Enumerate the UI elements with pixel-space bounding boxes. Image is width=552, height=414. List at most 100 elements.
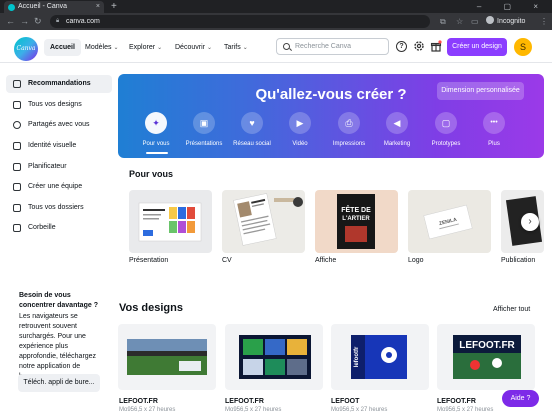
category-video[interactable]: ▶ Vidéo xyxy=(274,112,326,147)
window-controls[interactable]: – ▢ × xyxy=(477,0,548,13)
sidebar-item-label: Planificateur xyxy=(28,163,67,170)
create-design-button[interactable]: Créer un design xyxy=(447,38,507,56)
design-name: LEFOOT.FR xyxy=(437,398,476,405)
desktop-app-tip-title: Besoin de vous concentrer davantage ? xyxy=(19,292,98,309)
search-placeholder: Recherche Canva xyxy=(295,43,352,50)
reload-icon[interactable]: ↻ xyxy=(34,15,42,28)
template-label: Publication xyxy=(501,257,536,264)
presentation-icon: ▣ xyxy=(199,118,209,128)
calendar-icon xyxy=(13,163,21,171)
sidebar-item-dossiers[interactable]: Tous vos dossiers xyxy=(6,199,112,217)
nav-tarifs-label: Tarifs xyxy=(224,44,241,51)
back-icon[interactable]: ← xyxy=(6,15,15,28)
search-input[interactable]: Recherche Canva xyxy=(276,38,389,55)
chevron-down-icon: ⌄ xyxy=(242,45,248,51)
home-icon xyxy=(13,80,21,88)
tab-search-icon[interactable]: ▭ xyxy=(471,15,479,28)
nav-accueil-label: Accueil xyxy=(50,44,75,51)
category-label: Présentations xyxy=(185,141,223,147)
sidebar-item-partages[interactable]: Partagés avec vous xyxy=(6,116,112,134)
nav-accueil[interactable]: Accueil xyxy=(44,39,81,56)
template-card-logo[interactable]: ZENILA xyxy=(408,190,491,253)
more-icon: ••• xyxy=(490,119,498,126)
gear-icon[interactable] xyxy=(413,40,425,52)
incognito-indicator[interactable]: Incognito xyxy=(486,15,525,28)
megaphone-icon: ◀ xyxy=(393,118,401,128)
tab-close-icon[interactable]: × xyxy=(96,1,100,13)
template-card-affiche[interactable]: FÊTE DE L'ARTIER xyxy=(315,190,398,253)
sidebar-item-label: Corbeille xyxy=(28,224,56,231)
category-prototypes[interactable]: ▢ Prototypes xyxy=(420,112,472,147)
category-pour-vous[interactable]: ✦ Pour vous xyxy=(130,112,182,147)
gift-icon[interactable] xyxy=(430,40,442,52)
cursor-icon: ▢ xyxy=(441,118,451,128)
sidebar-item-identite-visuelle[interactable]: Identité visuelle xyxy=(6,137,112,155)
search-icon xyxy=(283,43,290,50)
category-marketing[interactable]: ◀ Marketing xyxy=(371,112,423,147)
chevron-down-icon: ⌄ xyxy=(206,45,212,51)
carousel-next-button[interactable]: › xyxy=(521,213,539,231)
nav-tarifs[interactable]: Tarifs ⌄ xyxy=(224,39,248,56)
design-name: LEFOOT.FR xyxy=(119,398,158,405)
help-icon[interactable]: ? xyxy=(396,41,407,52)
chevron-down-icon: ⌄ xyxy=(113,45,119,51)
design-thumbnail: lefootfr xyxy=(349,333,409,381)
design-thumbnail xyxy=(127,333,207,381)
sidebar-item-corbeille[interactable]: Corbeille xyxy=(6,219,112,237)
category-label: Impressions xyxy=(332,141,366,147)
shared-users-icon xyxy=(13,121,21,129)
sidebar-item-label: Identité visuelle xyxy=(28,142,77,149)
active-category-indicator xyxy=(146,152,168,154)
category-label: Prototypes xyxy=(431,141,461,147)
custom-size-button[interactable]: Dimension personnalisée xyxy=(437,82,524,100)
category-label: Marketing xyxy=(383,141,411,147)
nav-explorer-label: Explorer xyxy=(129,44,156,51)
translate-icon[interactable]: ⧉ xyxy=(440,15,446,28)
category-label: Plus xyxy=(488,141,500,147)
sidebar-item-tous-vos-designs[interactable]: Tous vos designs xyxy=(6,96,112,114)
help-button[interactable]: Aide ? xyxy=(502,390,539,407)
design-thumbnail: LEFOOT.FR xyxy=(451,333,523,381)
browser-tab[interactable]: Accueil - Canva × xyxy=(4,1,104,13)
browser-tab-bar: Accueil - Canva × + – ▢ × xyxy=(0,0,552,13)
new-tab-button[interactable]: + xyxy=(111,0,117,13)
sidebar-item-planificateur[interactable]: Planificateur xyxy=(6,158,112,176)
design-name: LEFOOT.FR xyxy=(225,398,264,405)
grid-icon xyxy=(13,101,21,109)
category-presentations[interactable]: ▣ Présentations xyxy=(178,112,230,147)
sidebar-item-label: Partagés avec vous xyxy=(28,121,90,128)
sidebar-item-recommandations[interactable]: Recommandations xyxy=(6,75,112,93)
sidebar-item-creer-equipe[interactable]: Créer une équipe xyxy=(6,178,112,196)
category-impressions[interactable]: ⎙ Impressions xyxy=(323,112,375,147)
nav-explorer[interactable]: Explorer ⌄ xyxy=(129,39,162,56)
sidebar-item-label: Recommandations xyxy=(28,80,91,87)
desktop-app-tip-body: Les navigateurs se retrouvent souvent su… xyxy=(19,313,97,380)
canva-logo[interactable]: Canva xyxy=(14,37,38,61)
svg-text:lefootfr: lefootfr xyxy=(354,346,360,367)
template-card-cv[interactable] xyxy=(222,190,305,253)
sidebar-item-label: Tous vos designs xyxy=(28,101,82,108)
svg-text:FÊTE DE: FÊTE DE xyxy=(341,205,371,214)
browser-menu-icon[interactable]: ⋮ xyxy=(540,15,548,28)
template-label: Logo xyxy=(408,257,424,264)
url-field[interactable]: 🔒︎ canva.com xyxy=(50,15,430,28)
url-text: canva.com xyxy=(66,18,100,25)
forward-icon[interactable]: → xyxy=(20,15,29,28)
download-desktop-app-button[interactable]: Téléch. appli de bure... xyxy=(18,374,100,392)
template-label: CV xyxy=(222,257,232,264)
nav-decouvrir-label: Découvrir xyxy=(175,44,205,51)
sidebar-item-label: Créer une équipe xyxy=(28,183,83,190)
category-plus[interactable]: ••• Plus xyxy=(468,112,520,147)
lock-icon: 🔒︎ xyxy=(56,18,60,24)
category-reseau-social[interactable]: ♥ Réseau social xyxy=(226,112,278,147)
show-all-link[interactable]: Afficher tout xyxy=(493,306,530,313)
brand-icon xyxy=(13,142,21,150)
avatar[interactable]: S xyxy=(514,38,532,56)
address-bar: ← → ↻ 🔒︎ canva.com ⧉ ☆ ▭ Incognito ⋮ xyxy=(0,13,552,30)
tab-title: Accueil - Canva xyxy=(18,3,68,10)
bookmark-star-icon[interactable]: ☆ xyxy=(456,15,463,28)
template-card-presentation[interactable] xyxy=(129,190,212,253)
nav-decouvrir[interactable]: Découvrir ⌄ xyxy=(175,39,212,56)
design-size: Mo956,5 x 27 heures xyxy=(225,407,282,413)
nav-modeles[interactable]: Modèles ⌄ xyxy=(85,39,119,56)
